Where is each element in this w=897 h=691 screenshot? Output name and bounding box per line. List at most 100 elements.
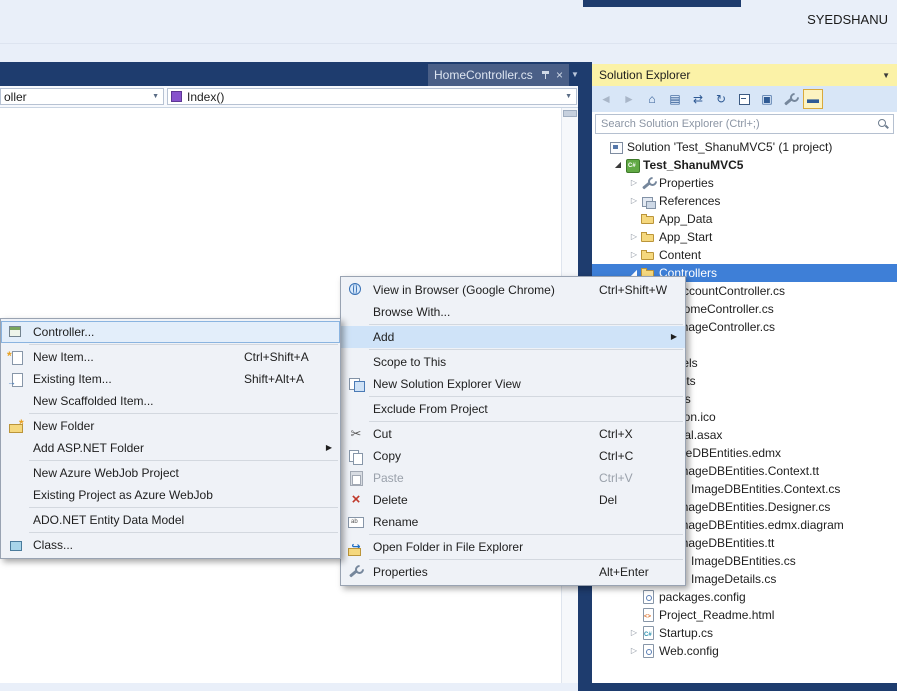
menu-item-new-solution-explorer-view[interactable]: New Solution Explorer View (341, 373, 685, 395)
tree-item-label: Content (656, 248, 701, 262)
forward-button[interactable]: ► (619, 89, 639, 109)
menu-item-label: Paste (373, 471, 404, 485)
tree-item-label: Web.config (656, 644, 719, 658)
tree-item-references[interactable]: ▷ References (592, 192, 897, 210)
new-folder-icon (7, 417, 25, 435)
tree-item-app-start[interactable]: ▷ App_Start (592, 228, 897, 246)
tree-item-content[interactable]: ▷ Content (592, 246, 897, 264)
menu-item-new-item[interactable]: New Item...Ctrl+Shift+A (1, 346, 340, 368)
expand-arrow-icon[interactable]: ▷ (628, 174, 640, 192)
pin-icon[interactable] (541, 70, 550, 80)
project-icon (624, 157, 640, 173)
tree-item-project-readme-html[interactable]: Project_Readme.html (592, 606, 897, 624)
menu-item-exclude-from-project[interactable]: Exclude From Project (341, 398, 685, 420)
tree-item-label: References (656, 194, 720, 208)
menu-item-add[interactable]: Add▶ (341, 326, 685, 348)
member-dropdown[interactable]: Index() ▼ (167, 88, 577, 105)
menu-item-scope-to-this[interactable]: Scope to This (341, 351, 685, 373)
solution-explorer-header[interactable]: Solution Explorer ▼ (592, 64, 897, 86)
html-icon (640, 607, 656, 623)
sync-with-active-document-button[interactable]: ⇄ (688, 89, 708, 109)
menu-separator (29, 532, 338, 533)
menu-item-class[interactable]: Class... (1, 534, 340, 556)
tree-item-app-data[interactable]: App_Data (592, 210, 897, 228)
menu-item-browse-with[interactable]: Browse With... (341, 301, 685, 323)
rename-icon (347, 513, 365, 531)
type-dropdown[interactable]: oller ▼ (0, 88, 164, 105)
open-folder-icon: ↪ (347, 538, 365, 556)
menu-item-controller[interactable]: Controller... (1, 321, 340, 343)
menu-separator (369, 534, 683, 535)
menu-separator (369, 396, 683, 397)
document-list-chevron-icon[interactable]: ▼ (571, 70, 579, 79)
menu-item-delete[interactable]: × Delete Del (341, 489, 685, 511)
delete-icon: × (347, 491, 365, 509)
tree-item-label: App_Data (656, 212, 712, 226)
expand-arrow-icon[interactable]: ▷ (628, 228, 640, 246)
menu-separator (369, 421, 683, 422)
tree-item-label: Project_Readme.html (656, 608, 774, 622)
tree-item-test-shanumvc5[interactable]: ◢Test_ShanuMVC5 (592, 156, 897, 174)
solution-search-input[interactable] (595, 114, 894, 134)
wrench-icon (347, 563, 365, 581)
close-icon[interactable]: × (556, 69, 563, 81)
tree-item-startup-cs[interactable]: ▷ Startup.cs (592, 624, 897, 642)
context-menu: View in Browser (Google Chrome)Ctrl+Shif… (340, 276, 686, 586)
solution-icon (608, 139, 624, 155)
tree-item-properties[interactable]: ▷Properties (592, 174, 897, 192)
menu-item-new-azure-webjob-project[interactable]: New Azure WebJob Project (1, 462, 340, 484)
menu-item-label: New Folder (33, 419, 94, 433)
tree-item-solution-test-shanumvc5-1-project[interactable]: Solution 'Test_ShanuMVC5' (1 project) (592, 138, 897, 156)
menu-item-existing-project-as-azure-webjob[interactable]: Existing Project as Azure WebJob (1, 484, 340, 506)
show-all-files-button[interactable]: ▣ (757, 89, 777, 109)
new-view-icon (347, 375, 365, 393)
menu-item-new-folder[interactable]: New Folder (1, 415, 340, 437)
tree-item-label: Startup.cs (656, 626, 713, 640)
menu-item-label: Scope to This (373, 355, 446, 369)
menu-item-new-scaffolded-item[interactable]: New Scaffolded Item... (1, 390, 340, 412)
menu-item-properties[interactable]: PropertiesAlt+Enter (341, 561, 685, 583)
browser-icon (347, 281, 365, 299)
menu-item-existing-item[interactable]: Existing Item...Shift+Alt+A (1, 368, 340, 390)
menu-item-label: Rename (373, 515, 418, 529)
collapse-all-button[interactable] (734, 89, 754, 109)
home-button[interactable]: ⌂ (642, 89, 662, 109)
menu-item-open-folder-in-file-explorer[interactable]: ↪Open Folder in File Explorer (341, 536, 685, 558)
expand-arrow-icon[interactable]: ▷ (628, 642, 640, 660)
menu-item-cut[interactable]: ✂CutCtrl+X (341, 423, 685, 445)
chevron-down-icon[interactable]: ▼ (882, 71, 890, 80)
expand-arrow-icon[interactable]: ▷ (628, 192, 640, 210)
refresh-button[interactable]: ↻ (711, 89, 731, 109)
splitter-grip[interactable] (563, 110, 577, 117)
tree-item-label: packages.config (656, 590, 746, 604)
tree-item-label: ImageDetails.cs (688, 572, 776, 586)
menu-shortcut: Shift+Alt+A (244, 368, 304, 390)
menu-item-view-in-browser-google-chrome[interactable]: View in Browser (Google Chrome)Ctrl+Shif… (341, 279, 685, 301)
properties-button[interactable] (780, 89, 800, 109)
cut-icon: ✂ (347, 425, 365, 443)
expand-arrow-icon[interactable]: ▷ (628, 624, 640, 642)
expand-arrow-icon[interactable]: ◢ (612, 156, 624, 174)
menu-item-label: Copy (373, 449, 401, 463)
preview-selected-items-button[interactable]: ▬ (803, 89, 823, 109)
tab-homecontroller[interactable]: HomeController.cs × (428, 64, 569, 86)
menu-item-add-asp-net-folder[interactable]: Add ASP.NET Folder▶ (1, 437, 340, 459)
menu-item-label: Delete (373, 493, 408, 507)
tree-item-label: App_Start (656, 230, 712, 244)
cs-icon (640, 625, 656, 641)
menu-item-rename[interactable]: Rename (341, 511, 685, 533)
menu-item-paste: PasteCtrl+V (341, 467, 685, 489)
menu-shortcut: Del (599, 489, 617, 511)
menu-separator (369, 324, 683, 325)
switch-views-button[interactable]: ▤ (665, 89, 685, 109)
panel-title: Solution Explorer (599, 68, 882, 82)
tab-label: HomeController.cs (434, 68, 535, 82)
back-button[interactable]: ◄ (596, 89, 616, 109)
menu-item-copy[interactable]: Copy Ctrl+C (341, 445, 685, 467)
menu-item-ado-net-entity-data-model[interactable]: ADO.NET Entity Data Model (1, 509, 340, 531)
menu-shortcut: Ctrl+Shift+A (244, 346, 309, 368)
tree-item-packages-config[interactable]: packages.config (592, 588, 897, 606)
menu-shortcut: Ctrl+C (599, 445, 633, 467)
expand-arrow-icon[interactable]: ▷ (628, 246, 640, 264)
tree-item-web-config[interactable]: ▷ Web.config (592, 642, 897, 660)
